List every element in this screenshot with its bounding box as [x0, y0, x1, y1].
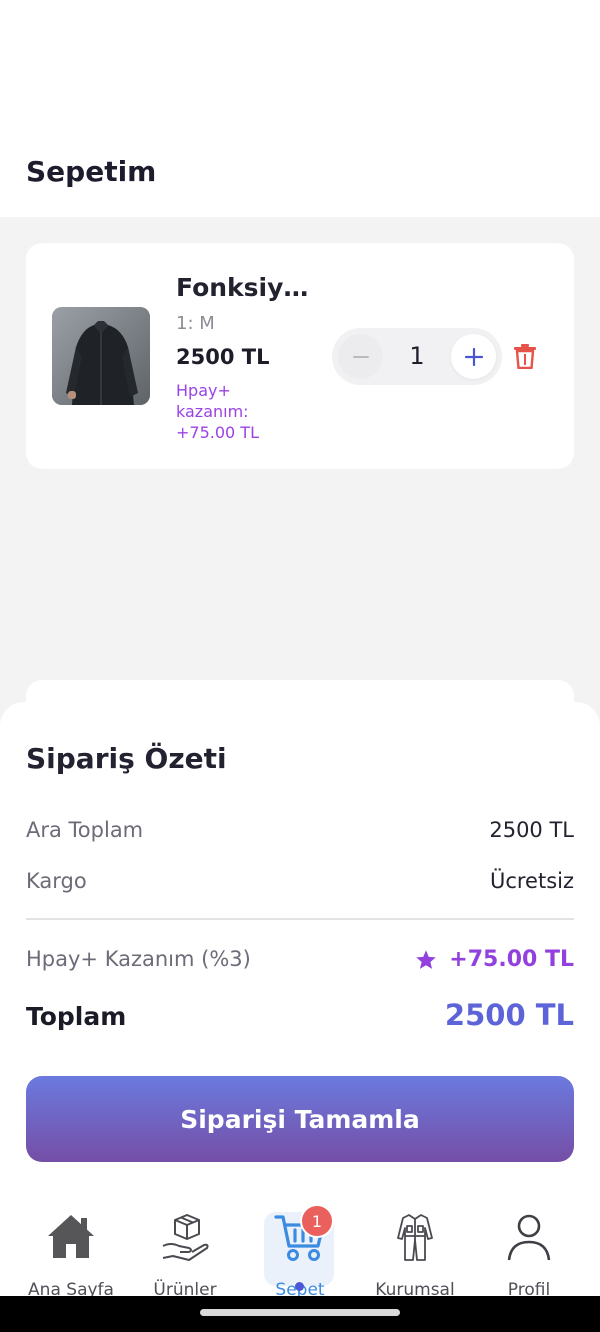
nav-item-home[interactable]: Ana Sayfa	[16, 1210, 126, 1300]
total-value: 2500 TL	[444, 998, 574, 1032]
trash-icon	[514, 344, 536, 370]
increase-quantity-button[interactable]	[451, 334, 496, 379]
quantity-value: 1	[409, 342, 425, 370]
subtotal-label: Ara Toplam	[26, 818, 144, 842]
nav-item-products[interactable]: Ürünler	[130, 1210, 240, 1300]
bottom-navigation: Ana Sayfa Ürünler Sepet	[0, 1196, 600, 1300]
star-icon	[416, 949, 436, 969]
product-reward: Hpay+ kazanım: +75.00 TL	[176, 381, 259, 442]
active-indicator-dot	[295, 1282, 304, 1291]
home-icon	[48, 1215, 94, 1258]
user-icon	[507, 1214, 551, 1261]
decrease-quantity-button[interactable]	[338, 334, 383, 379]
cart-count-badge: 1	[300, 1204, 334, 1238]
reward-label: Hpay+ Kazanım (%3)	[26, 947, 251, 971]
reward-value: +75.00 TL	[449, 947, 574, 972]
product-image[interactable]	[52, 307, 150, 405]
reward-row-value: +75.00 TL	[415, 947, 574, 972]
shipping-label: Kargo	[26, 869, 87, 893]
product-name[interactable]: Fonksiyonel	[176, 273, 311, 302]
quantity-stepper: 1	[332, 328, 502, 385]
product-price: 2500 TL	[176, 345, 270, 369]
subtotal-value: 2500 TL	[489, 818, 574, 842]
plus-icon	[464, 347, 483, 366]
page-header: Sepetim	[0, 0, 600, 217]
summary-title: Sipariş Özeti	[26, 742, 227, 775]
cart-item-card: Fonksiyonel 1: M 2500 TL Hpay+ kazanım: …	[26, 243, 574, 469]
home-gesture-bar[interactable]	[200, 1309, 400, 1316]
nav-item-profile[interactable]: Profil	[474, 1210, 584, 1300]
checkout-button[interactable]: Siparişi Tamamla	[26, 1076, 574, 1162]
page-title: Sepetim	[26, 155, 157, 188]
shipping-value: Ücretsiz	[489, 869, 574, 893]
system-navigation-bar	[0, 1296, 600, 1332]
product-size: 1: M	[176, 313, 215, 334]
coverall-icon	[397, 1214, 433, 1261]
products-icon	[162, 1214, 209, 1261]
total-label: Toplam	[26, 1002, 127, 1031]
summary-divider	[26, 918, 574, 920]
nav-item-corporate[interactable]: Kurumsal	[360, 1210, 470, 1300]
minus-icon	[352, 355, 369, 358]
delete-item-button[interactable]	[513, 343, 537, 370]
